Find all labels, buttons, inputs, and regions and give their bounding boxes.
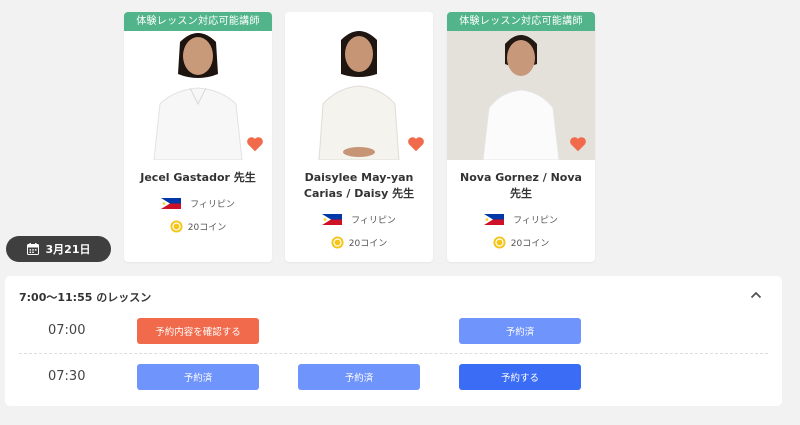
trial-lesson-badge: 体験レッスン対応可能講師: [124, 12, 272, 31]
book-lesson-button[interactable]: 予約する: [459, 364, 581, 390]
teacher-country: フィリピン: [124, 197, 272, 210]
date-label: 3月21日: [45, 243, 91, 256]
favorite-heart-icon[interactable]: [407, 136, 425, 152]
teacher-card-3[interactable]: 体験レッスン対応可能講師 Nova Gornez / Nova 先生 フィリピン…: [447, 12, 595, 262]
teacher-card-1[interactable]: 体験レッスン対応可能講師 Jecel Gastador 先生 フィリピン 20コ…: [124, 12, 272, 262]
booked-slot-button[interactable]: 予約済: [137, 364, 259, 390]
teacher-name[interactable]: Jecel Gastador 先生: [130, 170, 266, 186]
favorite-heart-icon[interactable]: [569, 136, 587, 152]
booked-slot-button[interactable]: 予約済: [298, 364, 420, 390]
coin-icon: [493, 236, 506, 249]
trial-lesson-badge: 体験レッスン対応可能講師: [447, 12, 595, 31]
lesson-time-range-title: 7:00〜11:55 のレッスン: [19, 291, 152, 304]
teacher-coins: 20コイン: [447, 236, 595, 249]
teacher-card-2[interactable]: Daisylee May-yan Carias / Daisy 先生 フィリピン…: [285, 12, 433, 262]
teacher-name[interactable]: Nova Gornez / Nova 先生: [453, 170, 589, 202]
philippines-flag-icon: [161, 198, 182, 209]
teacher-country: フィリピン: [447, 213, 595, 226]
country-label: フィリピン: [351, 216, 396, 226]
country-label: フィリピン: [190, 200, 235, 210]
teacher-name[interactable]: Daisylee May-yan Carias / Daisy 先生: [291, 170, 427, 202]
coin-price: 20コイン: [348, 239, 388, 249]
philippines-flag-icon: [322, 214, 343, 225]
calendar-icon: [26, 243, 39, 255]
teacher-coins: 20コイン: [124, 220, 272, 233]
chevron-up-icon[interactable]: [750, 290, 762, 300]
teacher-country: フィリピン: [285, 213, 433, 226]
lesson-time-label: 07:00: [48, 323, 86, 338]
teacher-coins: 20コイン: [285, 236, 433, 249]
philippines-flag-icon: [484, 214, 505, 225]
favorite-heart-icon[interactable]: [246, 136, 264, 152]
coin-price: 20コイン: [510, 239, 550, 249]
row-divider: [19, 353, 768, 354]
country-label: フィリピン: [513, 216, 558, 226]
coin-icon: [170, 220, 183, 233]
booked-slot-button[interactable]: 予約済: [459, 318, 581, 344]
confirm-reservation-button[interactable]: 予約内容を確認する: [137, 318, 259, 344]
coin-icon: [331, 236, 344, 249]
lesson-schedule-panel: 7:00〜11:55 のレッスン 07:00 予約内容を確認する 予約済 07:…: [5, 276, 782, 406]
coin-price: 20コイン: [187, 223, 227, 233]
date-pill: 3月21日: [6, 236, 111, 262]
lesson-time-label: 07:30: [48, 369, 86, 384]
